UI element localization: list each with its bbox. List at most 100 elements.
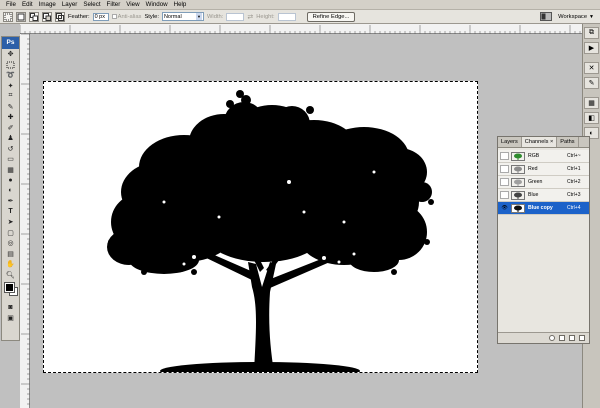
- channel-shortcut: Ctrl+~: [567, 153, 581, 159]
- save-selection-icon[interactable]: [559, 335, 565, 341]
- 3d-rotate-tool-icon[interactable]: ◎: [2, 238, 19, 249]
- menu-file[interactable]: File: [3, 0, 19, 10]
- history-brush-tool-icon[interactable]: ↺: [2, 144, 19, 155]
- delete-channel-icon[interactable]: [579, 335, 585, 341]
- foreground-color-swatch[interactable]: [4, 282, 15, 293]
- intersect-selection-icon[interactable]: [55, 11, 65, 22]
- workspace-label: Workspace: [558, 13, 588, 20]
- channel-thumbnail: [511, 203, 525, 213]
- new-selection-icon[interactable]: [16, 11, 26, 22]
- menu-help[interactable]: Help: [171, 0, 190, 10]
- marquee-tool-icon[interactable]: [2, 60, 19, 71]
- menu-view[interactable]: View: [123, 0, 142, 10]
- workspace-button[interactable]: Workspace ▼: [540, 12, 594, 21]
- screen-mode-icon[interactable]: ▣: [2, 313, 19, 324]
- quick-mask-icon[interactable]: ◙: [2, 302, 19, 313]
- pen-tool-icon[interactable]: ✒: [2, 196, 19, 207]
- style-select[interactable]: Normal ▼: [161, 12, 204, 21]
- dodge-tool-icon[interactable]: ◐: [2, 186, 19, 197]
- type-tool-icon[interactable]: T: [2, 207, 19, 218]
- magic-wand-tool-icon[interactable]: ✦: [2, 81, 19, 92]
- new-channel-icon[interactable]: [569, 335, 575, 341]
- channel-thumbnail: [511, 177, 525, 187]
- antialias-checkbox: Anti-alias: [111, 13, 142, 20]
- document-canvas[interactable]: [43, 81, 478, 380]
- width-input: [226, 12, 245, 21]
- marquee-tool-preset-icon[interactable]: [3, 11, 13, 22]
- channel-row-blue-copy[interactable]: 👁︎ Blue copy Ctrl+4: [498, 202, 589, 215]
- swatches-panel-icon[interactable]: ▦: [584, 97, 599, 109]
- move-tool-icon[interactable]: ✥: [2, 49, 19, 60]
- channels-footer: [498, 332, 589, 343]
- channel-name: Red: [528, 166, 538, 172]
- refine-edge-button[interactable]: Refine Edge...: [306, 11, 356, 22]
- channels-panel: Layers Channels × Paths RGB Ctrl+~ Red C…: [497, 136, 590, 344]
- vertical-ruler[interactable]: [20, 33, 30, 408]
- zoom-tool-icon[interactable]: 🔍︎: [2, 270, 19, 281]
- brush-tool-icon[interactable]: ✐: [2, 123, 19, 134]
- gradient-tool-icon[interactable]: ▦: [2, 165, 19, 176]
- hand-tool-icon[interactable]: ✋: [2, 259, 19, 270]
- tab-paths[interactable]: Paths: [557, 137, 579, 147]
- chevron-down-icon: ▼: [589, 13, 594, 20]
- menu-window[interactable]: Window: [143, 0, 171, 10]
- channel-name: RGB: [528, 153, 540, 159]
- panel-tabs: Layers Channels × Paths: [498, 137, 589, 148]
- tab-channels[interactable]: Channels ×: [521, 137, 558, 147]
- chevron-down-icon: ▼: [195, 13, 202, 20]
- swap-width-height-icon: ⇄: [247, 13, 254, 21]
- color-swatches[interactable]: [2, 280, 19, 302]
- notes-tool-icon[interactable]: ▤: [2, 249, 19, 260]
- visibility-eye-icon[interactable]: [500, 152, 509, 160]
- channel-row-green[interactable]: Green Ctrl+2: [498, 176, 589, 189]
- brushes-panel-icon[interactable]: ✎: [584, 77, 599, 89]
- channel-name: Blue copy: [528, 205, 553, 211]
- tab-layers[interactable]: Layers: [498, 137, 522, 147]
- channel-row-rgb[interactable]: RGB Ctrl+~: [498, 150, 589, 163]
- subtract-selection-icon[interactable]: [42, 11, 52, 22]
- tree-silhouette-image: [107, 90, 434, 380]
- menu-filter[interactable]: Filter: [104, 0, 124, 10]
- load-selection-icon[interactable]: [549, 335, 555, 341]
- channel-shortcut: Ctrl+3: [567, 192, 581, 198]
- add-selection-icon[interactable]: [29, 11, 39, 22]
- clone-stamp-tool-icon[interactable]: ♟: [2, 133, 19, 144]
- horizontal-ruler[interactable]: [19, 24, 582, 34]
- height-label: Height:: [256, 13, 275, 20]
- channel-list: RGB Ctrl+~ Red Ctrl+1 Green Ctrl+2 Blue …: [498, 148, 589, 215]
- tab-channels-label: Channels: [524, 139, 549, 145]
- styles-panel-icon[interactable]: ◧: [584, 112, 599, 124]
- channel-name: Blue: [528, 192, 539, 198]
- history-panel-icon[interactable]: ⧉: [584, 27, 599, 39]
- path-selection-tool-icon[interactable]: ➤: [2, 217, 19, 228]
- channel-name: Green: [528, 179, 543, 185]
- eraser-tool-icon[interactable]: ▭: [2, 154, 19, 165]
- feather-input[interactable]: 0 px: [92, 12, 109, 21]
- channel-thumbnail: [511, 190, 525, 200]
- visibility-eye-icon[interactable]: [500, 178, 509, 186]
- antialias-label: Anti-alias: [117, 13, 142, 20]
- visibility-eye-icon[interactable]: 👁︎: [500, 204, 509, 212]
- channel-thumbnail: [511, 151, 525, 161]
- shape-tool-icon[interactable]: ▢: [2, 228, 19, 239]
- channel-row-red[interactable]: Red Ctrl+1: [498, 163, 589, 176]
- visibility-eye-icon[interactable]: [500, 165, 509, 173]
- menu-bar: File Edit Image Layer Select Filter View…: [0, 0, 600, 10]
- menu-image[interactable]: Image: [36, 0, 59, 10]
- menu-edit[interactable]: Edit: [19, 0, 36, 10]
- actions-panel-icon[interactable]: ▶: [584, 42, 599, 54]
- lasso-tool-icon[interactable]: ➰: [2, 70, 19, 81]
- tools-preset-icon[interactable]: ✕: [584, 62, 599, 74]
- channel-shortcut: Ctrl+2: [567, 179, 581, 185]
- close-icon[interactable]: ×: [550, 139, 553, 145]
- crop-tool-icon[interactable]: ⌗: [2, 91, 19, 102]
- visibility-eye-icon[interactable]: [500, 191, 509, 199]
- channel-shortcut: Ctrl+4: [567, 205, 581, 211]
- channel-row-blue[interactable]: Blue Ctrl+3: [498, 189, 589, 202]
- eyedropper-tool-icon[interactable]: ✎: [2, 102, 19, 113]
- healing-brush-tool-icon[interactable]: ✚: [2, 112, 19, 123]
- menu-layer[interactable]: Layer: [59, 0, 80, 10]
- blur-tool-icon[interactable]: ●: [2, 175, 19, 186]
- workspace-icon: [540, 12, 553, 21]
- menu-select[interactable]: Select: [80, 0, 103, 10]
